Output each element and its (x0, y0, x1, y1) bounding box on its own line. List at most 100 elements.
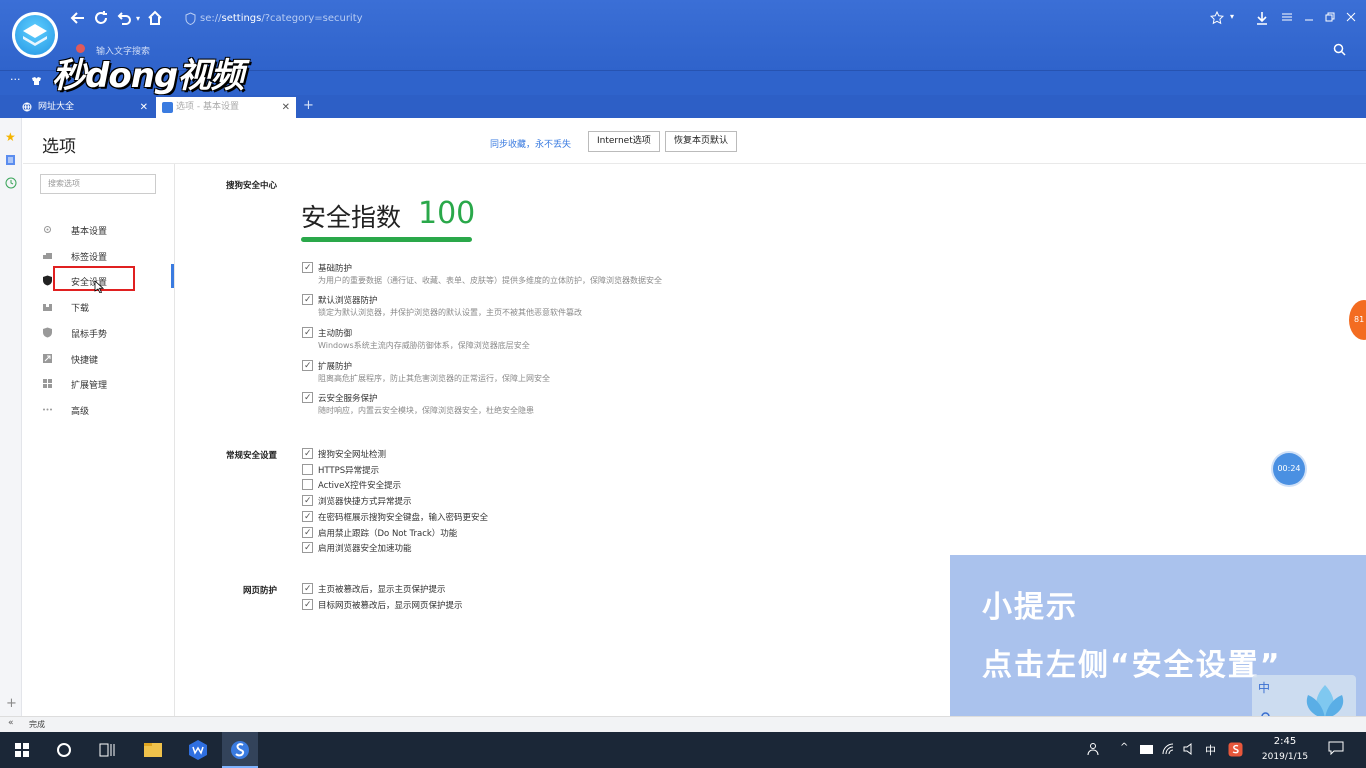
download-toolbar-icon[interactable] (1255, 11, 1269, 25)
refresh-icon[interactable] (93, 10, 111, 28)
sogou-browser-icon[interactable] (222, 732, 258, 768)
sidebar-item-label: 快捷键 (71, 356, 99, 366)
protection-title: 基础防护 (318, 264, 353, 274)
protection-desc: 阻离高危扩展程序，防止其危害浏览器的正常运行，保障上网安全 (318, 374, 550, 383)
battery-icon[interactable] (1140, 745, 1154, 754)
sidebar-item-shortcuts[interactable]: 快捷键 (23, 347, 174, 371)
favorite-star-icon[interactable] (1210, 11, 1224, 25)
task-view-icon[interactable] (88, 732, 124, 768)
active-item-indicator (171, 264, 174, 288)
sidebar-item-mouse-gesture[interactable]: 鼠标手势 (23, 321, 174, 345)
notification-icon[interactable] (1328, 741, 1344, 755)
sidebar-item-extensions[interactable]: 扩展管理 (23, 372, 174, 396)
wifi-icon[interactable] (1161, 742, 1175, 756)
skin-icon[interactable] (31, 76, 42, 86)
download-icon (42, 301, 53, 312)
address-host: settings (221, 13, 262, 24)
checkbox[interactable] (302, 448, 313, 459)
more-icon (42, 404, 53, 415)
search-circle-icon[interactable] (46, 732, 82, 768)
address-query: /?category=security (261, 13, 363, 24)
history-clock-icon[interactable] (5, 177, 17, 189)
checkbox[interactable] (302, 599, 313, 610)
sidebar-item-label: 基本设置 (71, 227, 108, 237)
ime-tray-label[interactable]: 中 (1205, 742, 1216, 758)
mouse-cursor-icon (94, 280, 104, 293)
clock-time[interactable]: 2:45 (1265, 736, 1305, 747)
new-tab-button[interactable]: + (303, 98, 314, 113)
file-explorer-icon[interactable] (135, 732, 171, 768)
section-label-general: 常规安全设置 (225, 451, 277, 461)
address-bar[interactable]: se://settings/?category=security (200, 10, 900, 28)
address-scheme: se:// (200, 13, 222, 24)
protection-title: 主动防御 (318, 329, 353, 339)
checkbox[interactable] (302, 527, 313, 538)
protection-desc: 随时响应，内置云安全模块，保障浏览器安全，杜绝安全隐患 (318, 406, 534, 415)
sidebar-item-label: 标签设置 (71, 253, 108, 263)
sidebar-item-advanced[interactable]: 高级 (23, 398, 174, 422)
option-label: 搜狗安全网址检测 (318, 450, 387, 460)
volume-icon[interactable] (1182, 742, 1196, 756)
tip-title: 小提示 (982, 590, 1078, 625)
side-floating-bubble[interactable]: 81 (1349, 300, 1366, 340)
sidebar-item-tabs[interactable]: 标签设置 (23, 244, 174, 268)
tab-url-directory[interactable]: 网址大全 ✕ (18, 97, 154, 118)
sidebar-item-label: 扩展管理 (71, 381, 108, 391)
section-label-security-center: 搜狗安全中心 (225, 181, 277, 191)
protection-desc: 锁定为默认浏览器，并保护浏览器的默认设置，主页不被其他恶意软件篡改 (318, 308, 582, 317)
sidebar-item-basic[interactable]: 基本设置 (23, 218, 174, 242)
checkbox[interactable] (302, 294, 313, 305)
favorites-star-icon[interactable]: ★ (5, 130, 16, 144)
collapse-sidebar-icon[interactable]: « (8, 718, 14, 728)
minimize-icon[interactable] (1303, 11, 1315, 23)
tray-expand-icon[interactable]: ^ (1120, 742, 1128, 753)
sync-link[interactable]: 同步收藏，永不丢失 (490, 137, 571, 150)
options-search-input[interactable]: 搜索选项 (40, 174, 156, 194)
undo-dropdown-icon[interactable]: ▾ (136, 14, 140, 23)
close-window-icon[interactable] (1345, 11, 1357, 23)
favorite-dropdown-icon[interactable]: ▾ (1230, 12, 1234, 21)
search-icon[interactable] (1333, 43, 1346, 56)
status-text: 完成 (29, 720, 45, 729)
option-label: ActiveX控件安全提示 (318, 481, 402, 491)
sidebar-item-label: 下载 (71, 304, 90, 314)
tip-text: 点击左侧“安全设置” (982, 648, 1282, 683)
restore-icon[interactable] (1324, 11, 1336, 23)
option-label: 启用浏览器安全加速功能 (318, 544, 412, 554)
windows-start-icon[interactable] (4, 732, 40, 768)
checkbox[interactable] (302, 262, 313, 273)
option-label: 目标网页被篡改后，显示网页保护提示 (318, 601, 463, 611)
wps-office-icon[interactable] (180, 732, 216, 768)
internet-options-button[interactable]: Internet选项 (588, 131, 660, 152)
gear-icon (42, 224, 53, 235)
sogou-ime-icon[interactable] (1228, 742, 1243, 757)
checkbox[interactable] (302, 479, 313, 490)
tab-options[interactable]: 选项 - 基本设置 ✕ (156, 97, 296, 118)
option-label: HTTPS异常提示 (318, 466, 380, 476)
tab-label: 网址大全 (38, 102, 75, 112)
tab-close-icon[interactable]: ✕ (140, 97, 148, 118)
sidebar-item-download[interactable]: 下载 (23, 295, 174, 319)
checkbox[interactable] (302, 542, 313, 553)
home-icon[interactable] (147, 10, 165, 28)
checkbox[interactable] (302, 495, 313, 506)
undo-icon[interactable] (116, 10, 134, 28)
menu-icon[interactable] (1281, 11, 1293, 23)
checkbox[interactable] (302, 583, 313, 594)
video-timer-badge[interactable]: 00:24 (1273, 453, 1305, 485)
people-icon[interactable] (1087, 742, 1101, 756)
rail-add-icon[interactable]: + (6, 696, 17, 711)
sidebar-item-label: 高级 (71, 407, 90, 417)
back-icon[interactable] (70, 10, 88, 28)
restore-defaults-button[interactable]: 恢复本页默认 (665, 131, 738, 152)
checkbox[interactable] (302, 511, 313, 522)
clock-date[interactable]: 2019/1/15 (1255, 752, 1315, 762)
tab-close-icon[interactable]: ✕ (282, 97, 290, 118)
reading-list-icon[interactable] (5, 154, 16, 166)
checkbox[interactable] (302, 327, 313, 338)
more-tools-icon[interactable]: ··· (10, 73, 21, 86)
protection-title: 默认浏览器防护 (318, 296, 378, 306)
checkbox[interactable] (302, 360, 313, 371)
checkbox[interactable] (302, 392, 313, 403)
checkbox[interactable] (302, 464, 313, 475)
